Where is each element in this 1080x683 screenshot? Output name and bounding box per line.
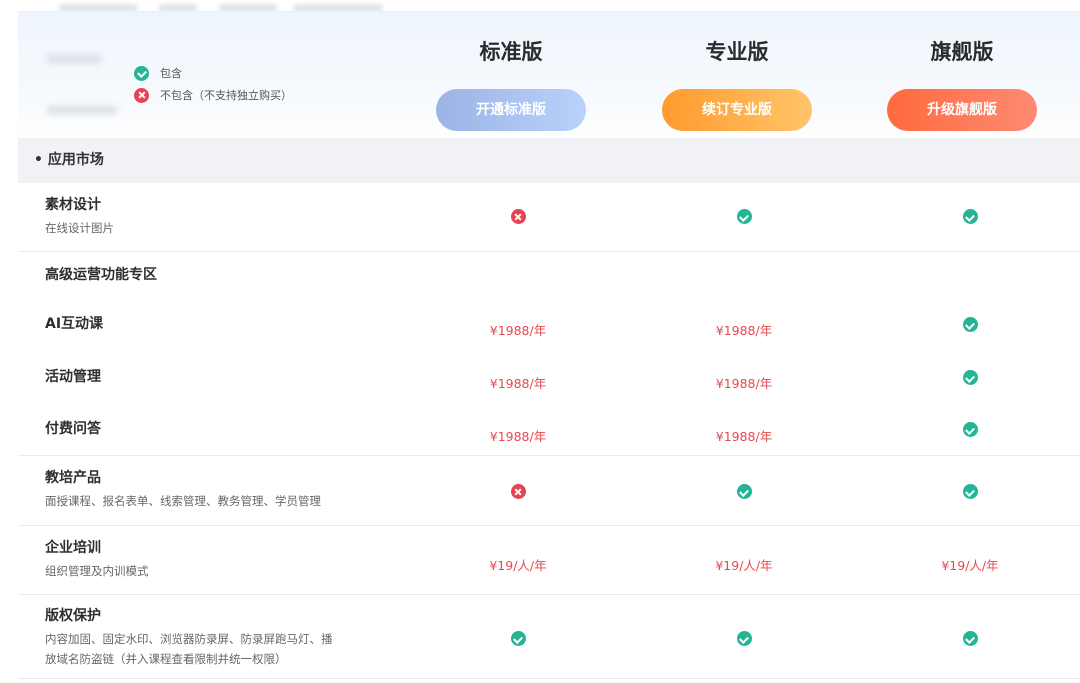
check-circle-icon	[134, 65, 149, 81]
cell-standard	[443, 208, 593, 224]
cell-flagship	[895, 369, 1045, 385]
plan-pro: 专业版 续订专业版	[662, 36, 812, 131]
check-circle-icon	[962, 317, 978, 332]
table-row: 版权保护 内容加固、固定水印、浏览器防录屏、防录屏跑马灯、播 放域名防盗链（并入…	[18, 595, 1080, 679]
plan-standard: 标准版 开通标准版	[436, 36, 586, 131]
check-circle-icon	[962, 209, 978, 224]
table-row: 教培产品 面授课程、报名表单、线索管理、教务管理、学员管理	[18, 456, 1080, 526]
check-circle-icon	[736, 484, 752, 499]
cell-pro	[669, 483, 819, 499]
check-circle-icon	[962, 631, 978, 646]
feature-title: AI互动课	[45, 316, 104, 332]
plan-standard-name: 标准版	[479, 40, 543, 64]
section-app-market: • 应用市场	[18, 138, 1080, 183]
feature-title: 付费问答	[45, 421, 101, 437]
cross-circle-icon	[510, 484, 526, 499]
check-circle-icon	[962, 484, 978, 499]
legend-excluded: 不包含（不支持独立购买）	[134, 84, 292, 106]
price-pro: ¥1988/年	[715, 429, 773, 444]
legend: 包含 不包含（不支持独立购买）	[134, 62, 292, 106]
blurred-text	[218, 4, 278, 11]
cell-flagship	[895, 316, 1045, 332]
blurred-text	[293, 4, 383, 11]
feature-desc-line: 内容加固、固定水印、浏览器防录屏、防录屏跑马灯、播	[45, 632, 333, 646]
renew-pro-button[interactable]: 续订专业版	[662, 89, 812, 131]
table-row: AI互动课 ¥1988/年 ¥1988/年	[18, 297, 1080, 350]
feature-desc: 面授课程、报名表单、线索管理、教务管理、学员管理	[45, 494, 321, 508]
check-circle-icon	[962, 370, 978, 385]
legend-included: 包含	[134, 62, 292, 84]
table-row: 素材设计 在线设计图片	[18, 183, 1080, 252]
plan-header: 包含 不包含（不支持独立购买） 标准版 开通标准版 专业版 续订专业版 旗舰版 …	[18, 12, 1080, 138]
cell-flagship	[895, 421, 1045, 437]
feature-group-title: 高级运营功能专区	[45, 267, 157, 283]
feature-desc: 内容加固、固定水印、浏览器防录屏、防录屏跑马灯、播 放域名防盗链（并入课程查看限…	[45, 629, 333, 669]
legend-included-label: 包含	[160, 67, 182, 80]
open-standard-button[interactable]: 开通标准版	[436, 89, 586, 131]
feature-title: 企业培训	[45, 540, 101, 556]
cell-flagship	[895, 483, 1045, 499]
table-row: 高级运营功能专区	[18, 252, 1080, 297]
price-standard: ¥1988/年	[489, 323, 547, 338]
blurred-text	[46, 105, 118, 115]
price-flagship: ¥19/人/年	[941, 558, 999, 573]
price-standard: ¥1988/年	[489, 429, 547, 444]
blurred-text	[46, 54, 102, 64]
blurred-text	[158, 4, 198, 11]
price-standard: ¥19/人/年	[489, 558, 547, 573]
check-circle-icon	[736, 631, 752, 646]
feature-desc: 在线设计图片	[45, 221, 114, 235]
legend-excluded-label: 不包含（不支持独立购买）	[160, 89, 292, 102]
price-standard: ¥1988/年	[489, 376, 547, 391]
feature-desc: 组织管理及内训模式	[45, 564, 149, 578]
feature-title: 活动管理	[45, 369, 101, 385]
check-circle-icon	[736, 209, 752, 224]
cell-pro	[669, 208, 819, 224]
feature-title: 素材设计	[45, 197, 101, 213]
cell-flagship	[895, 630, 1045, 646]
table-row: 活动管理 ¥1988/年 ¥1988/年	[18, 350, 1080, 403]
cross-circle-icon	[134, 87, 149, 103]
table-row: 企业培训 组织管理及内训模式 ¥19/人/年 ¥19/人/年 ¥19/人/年	[18, 526, 1080, 595]
plan-pro-name: 专业版	[705, 40, 769, 64]
cross-circle-icon	[510, 209, 526, 224]
plan-flagship: 旗舰版 升级旗舰版	[887, 36, 1037, 131]
price-pro: ¥1988/年	[715, 323, 773, 338]
check-circle-icon	[962, 422, 978, 437]
feature-title: 教培产品	[45, 470, 101, 486]
check-circle-icon	[510, 631, 526, 646]
price-pro: ¥19/人/年	[715, 558, 773, 573]
table-row: 付费问答 ¥1988/年 ¥1988/年	[18, 403, 1080, 456]
cell-standard	[443, 630, 593, 646]
cell-standard	[443, 483, 593, 499]
price-pro: ¥1988/年	[715, 376, 773, 391]
plan-flagship-name: 旗舰版	[930, 40, 994, 64]
upgrade-flagship-button[interactable]: 升级旗舰版	[887, 89, 1037, 131]
cell-flagship	[895, 208, 1045, 224]
feature-desc-line: 放域名防盗链（并入课程查看限制并统一权限）	[45, 652, 287, 666]
blurred-text	[58, 4, 138, 11]
scrolled-content-strip	[18, 0, 1080, 12]
feature-title: 版权保护	[45, 608, 101, 624]
cell-pro	[669, 630, 819, 646]
